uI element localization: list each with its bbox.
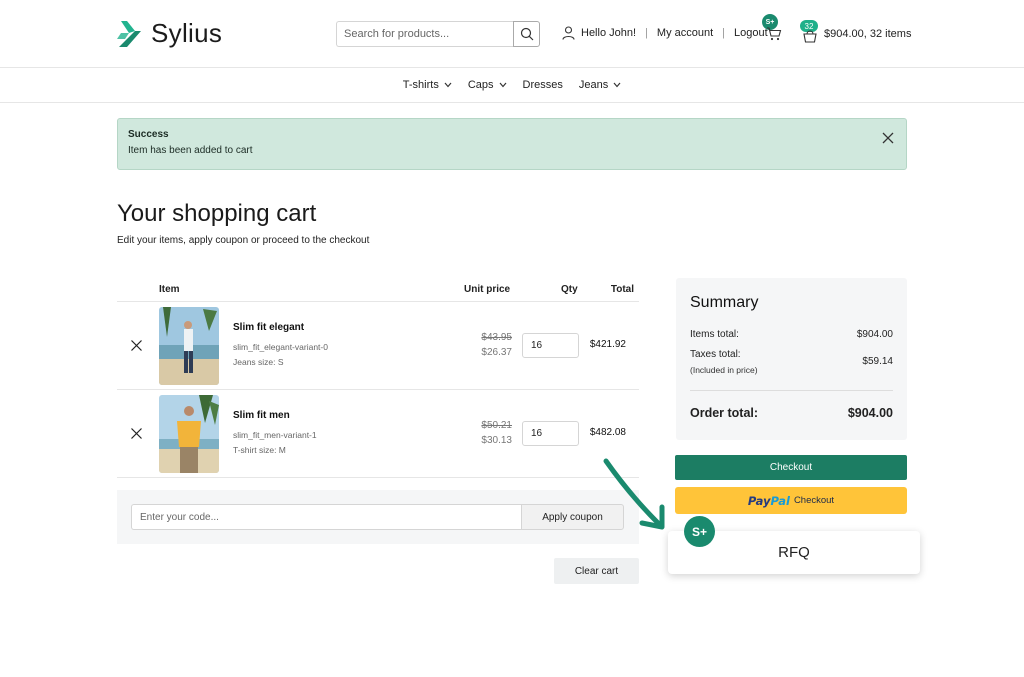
- nav-item-caps[interactable]: Caps: [468, 79, 507, 91]
- page-subtitle: Edit your items, apply coupon or proceed…: [117, 235, 370, 246]
- basket-icon: [803, 30, 817, 43]
- search-icon: [520, 27, 533, 41]
- column-header-unit-price: Unit price: [464, 284, 511, 295]
- taxes-total-value: $59.14: [862, 356, 893, 367]
- page-title: Your shopping cart: [117, 200, 317, 227]
- order-summary: Summary Items total: $904.00 Taxes total…: [676, 278, 907, 440]
- sylius-plus-badge: S+: [684, 516, 715, 547]
- close-icon[interactable]: [881, 131, 895, 145]
- remove-item-icon[interactable]: [130, 339, 143, 352]
- nav-item-label: Jeans: [578, 79, 609, 91]
- logo[interactable]: Sylius: [117, 18, 222, 49]
- product-code: slim_fit_elegant-variant-0: [233, 342, 328, 352]
- paypal-logo-pay: Pay: [747, 493, 771, 508]
- product-name[interactable]: Slim fit men: [233, 410, 290, 421]
- items-total-value: $904.00: [856, 329, 893, 340]
- product-code: slim_fit_men-variant-1: [233, 430, 317, 440]
- product-name[interactable]: Slim fit elegant: [233, 322, 304, 333]
- rfq-label: RFQ: [778, 544, 810, 561]
- row-total: $421.92: [589, 339, 626, 350]
- quantity-input[interactable]: [522, 421, 579, 446]
- items-total-row: Items total: $904.00: [690, 329, 893, 340]
- nav-item-dresses[interactable]: Dresses: [523, 79, 563, 91]
- paypal-checkout-button[interactable]: PayPal Checkout: [675, 487, 907, 514]
- column-header-total: Total: [610, 284, 634, 295]
- cart-icon: [767, 27, 782, 41]
- separator: |: [722, 27, 726, 39]
- chevron-down-icon: [444, 82, 452, 88]
- order-total-row: Order total: $904.00: [690, 406, 893, 420]
- table-header: Item Unit price Qty Total: [117, 278, 639, 302]
- table-row: Slim fit elegant slim_fit_elegant-varian…: [117, 302, 639, 390]
- success-alert: Success Item has been added to cart: [117, 118, 907, 170]
- arrow-pointer-icon: [603, 458, 665, 530]
- cart-table: Item Unit price Qty Total Slim fit elega…: [117, 278, 639, 478]
- items-total-label: Items total:: [690, 329, 739, 340]
- summary-title: Summary: [690, 294, 759, 311]
- checkout-button[interactable]: Checkout: [675, 455, 907, 480]
- user-menu: Hello John! | My account | Logout: [562, 26, 768, 40]
- nav-item-tshirts[interactable]: T-shirts: [403, 79, 452, 91]
- my-account-link[interactable]: My account: [657, 27, 713, 39]
- original-price: $50.21: [481, 420, 512, 431]
- quantity-input[interactable]: [522, 333, 579, 358]
- alert-message: Item has been added to cart: [128, 145, 253, 156]
- clear-cart-button[interactable]: Clear cart: [554, 558, 639, 584]
- column-header-item: Item: [159, 284, 180, 295]
- rfq-cart-button[interactable]: S+: [762, 14, 786, 44]
- row-total: $482.08: [589, 427, 626, 438]
- nav-item-label: Caps: [467, 79, 494, 91]
- summary-divider: [690, 390, 893, 391]
- table-row: Slim fit men slim_fit_men-variant-1 T-sh…: [117, 390, 639, 478]
- separator: |: [645, 27, 648, 39]
- brand-name: Sylius: [151, 18, 223, 48]
- sylius-logo-icon: [117, 20, 141, 47]
- cart-bag: 32: [800, 20, 820, 46]
- search-bar: [336, 21, 540, 47]
- product-image[interactable]: [159, 307, 219, 385]
- remove-item-icon[interactable]: [130, 427, 143, 440]
- search-button[interactable]: [513, 21, 540, 47]
- paypal-logo-pal: Pal: [770, 493, 790, 508]
- column-header-qty: Qty: [561, 284, 578, 295]
- coupon-input[interactable]: [131, 504, 522, 530]
- nav-item-jeans[interactable]: Jeans: [579, 79, 621, 91]
- order-total-value: $904.00: [847, 406, 893, 420]
- nav-item-label: T-shirts: [402, 79, 439, 91]
- cart-summary: $904.00, 32 items: [824, 28, 912, 40]
- unit-price: $26.37: [481, 347, 512, 358]
- alert-title: Success: [128, 129, 169, 140]
- nav-item-label: Dresses: [522, 79, 563, 91]
- paypal-checkout-label: Checkout: [793, 495, 835, 506]
- product-image[interactable]: [159, 395, 219, 473]
- cart-button[interactable]: 32 $904.00, 32 items: [800, 20, 911, 46]
- header: Sylius Hello John! | My account | Logout…: [0, 0, 1024, 68]
- product-variant: T-shirt size: M: [233, 445, 286, 455]
- order-total-label: Order total:: [690, 406, 759, 420]
- chevron-down-icon: [499, 82, 506, 88]
- unit-price: $30.13: [481, 435, 512, 446]
- coupon-section: Apply coupon: [117, 490, 639, 544]
- paypal-logo: PayPal: [748, 494, 790, 508]
- search-input[interactable]: [336, 21, 513, 47]
- user-icon: [562, 26, 575, 40]
- chevron-down-icon: [613, 82, 621, 88]
- product-variant: Jeans size: S: [233, 357, 284, 367]
- user-greeting: Hello John!: [581, 27, 637, 39]
- taxes-note: (Included in price): [690, 365, 758, 375]
- original-price: $43.95: [481, 332, 512, 343]
- main-nav: T-shirts Caps Dresses Jeans: [0, 68, 1024, 103]
